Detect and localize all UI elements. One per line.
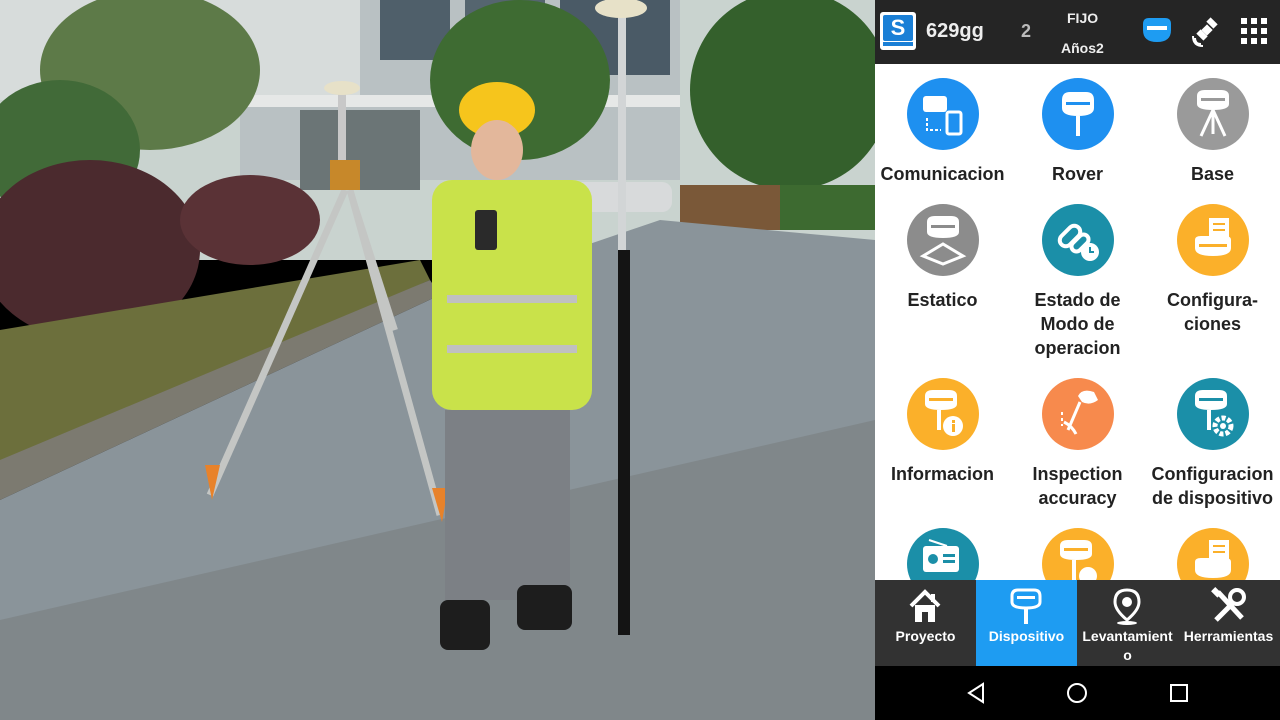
nav-label: Levantamient o — [1082, 628, 1173, 663]
background-photo — [0, 0, 875, 720]
menu-item-operation-status[interactable]: Estado de Modo de operacion — [1010, 204, 1145, 360]
recents-icon[interactable] — [1167, 681, 1191, 705]
menu-item-label: Configuracion de dispositivo — [1151, 464, 1274, 508]
base-icon — [1176, 78, 1249, 150]
nav-item-tools[interactable]: Herramientas — [1178, 580, 1279, 666]
satellite-count-text: 629gg — [926, 20, 984, 42]
tools-icon — [1211, 587, 1246, 622]
info-icon — [906, 378, 979, 450]
radio-settings-icon — [906, 528, 979, 580]
nav-label: Proyecto — [895, 628, 956, 644]
solution-status: FIJO — [1067, 10, 1099, 26]
static-icon — [906, 204, 979, 276]
menu-item-information[interactable]: Informacion — [875, 378, 1010, 486]
menu-item-device-configuration[interactable]: Configuracion de dispositivo — [1145, 378, 1280, 510]
home-icon — [909, 589, 941, 622]
menu-item-label: Informacion — [890, 464, 994, 484]
rover-icon — [1041, 78, 1114, 150]
system-navigation-bar — [875, 666, 1280, 720]
nav-label: Herramientas — [1183, 628, 1274, 644]
link-status-icon — [1041, 204, 1114, 276]
menu-item-configurations[interactable]: Configura- ciones — [1145, 204, 1280, 336]
menu-item-label: Comunicacion — [880, 164, 1005, 184]
menu-item-receiver-time[interactable] — [1010, 528, 1145, 580]
apps-grid-icon[interactable] — [1241, 18, 1267, 44]
menu-item-static[interactable]: Estatico — [875, 204, 1010, 312]
menu-item-label: Estatico — [907, 290, 978, 310]
back-icon[interactable] — [965, 681, 989, 705]
survey-scene-illustration — [0, 0, 875, 720]
device-icon — [1010, 588, 1042, 624]
menu-item-label: Base — [1190, 164, 1235, 184]
menu-item-label: Inspection accuracy — [1032, 464, 1123, 508]
satellite-icon[interactable] — [1191, 16, 1223, 48]
nav-item-device[interactable]: Dispositivo — [976, 580, 1077, 666]
device-menu-grid: Comunicacion Rover Base Estatico Estado … — [875, 64, 1280, 580]
receiver-icon[interactable] — [1141, 16, 1173, 46]
home-circle-icon[interactable] — [1065, 681, 1089, 705]
configuration-icon — [1176, 204, 1249, 276]
menu-item-rover[interactable]: Rover — [1010, 78, 1145, 186]
nav-label: Dispositivo — [988, 628, 1065, 644]
menu-item-radio-settings[interactable] — [875, 528, 1010, 580]
receiver-list-icon — [1176, 528, 1249, 580]
communication-icon — [906, 78, 979, 150]
receiver-time-icon — [1041, 528, 1114, 580]
menu-item-label: Rover — [1051, 164, 1104, 184]
correction-age: Años2 — [1061, 40, 1104, 56]
menu-item-receiver-list[interactable] — [1145, 528, 1280, 580]
bottom-navigation: Proyecto Dispositivo Levantamient o Herr… — [875, 580, 1280, 666]
menu-item-communication[interactable]: Comunicacion — [875, 78, 1010, 186]
nav-item-survey[interactable]: Levantamient o — [1077, 580, 1178, 666]
menu-item-inspection-accuracy[interactable]: Inspection accuracy — [1010, 378, 1145, 510]
menu-item-label: Configura- ciones — [1167, 290, 1258, 334]
nav-item-project[interactable]: Proyecto — [875, 580, 976, 666]
menu-item-label: Estado de Modo de operacion — [1034, 290, 1121, 358]
inspection-icon — [1041, 378, 1114, 450]
surveying-app: S 629gg 2 FIJO Años2 Comunicacion Rover … — [875, 0, 1280, 720]
top-status-bar: S 629gg 2 FIJO Años2 — [875, 0, 1280, 64]
location-pin-icon — [1113, 588, 1141, 625]
menu-item-base[interactable]: Base — [1145, 78, 1280, 186]
app-logo[interactable]: S — [880, 12, 916, 50]
status-number: 2 — [1021, 21, 1032, 41]
device-config-icon — [1176, 378, 1249, 450]
